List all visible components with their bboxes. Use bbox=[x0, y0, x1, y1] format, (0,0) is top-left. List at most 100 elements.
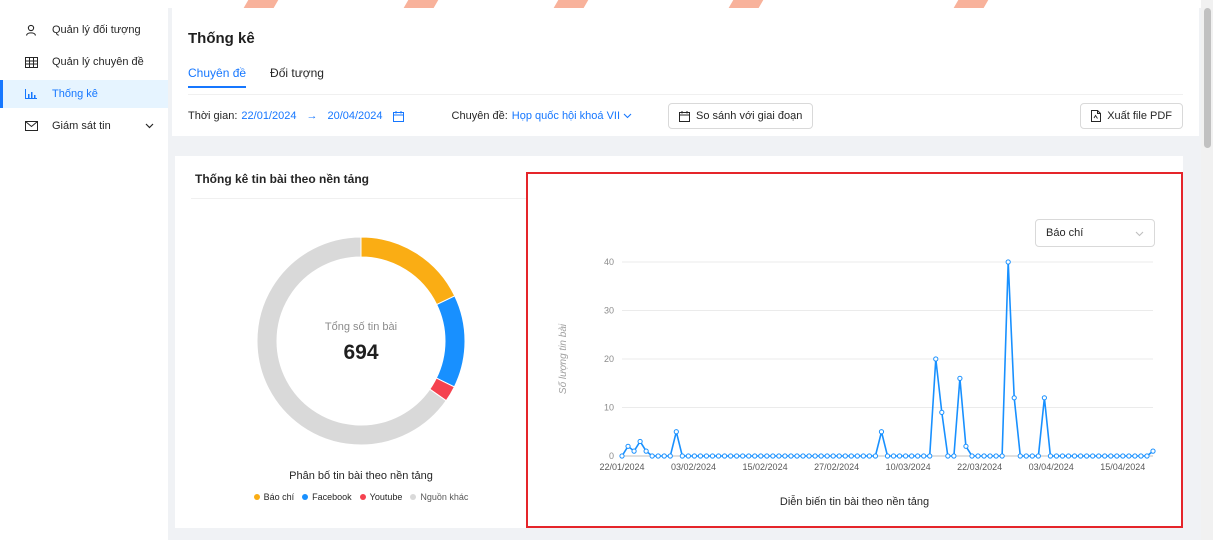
data-point[interactable] bbox=[703, 453, 710, 459]
data-point[interactable] bbox=[872, 453, 879, 459]
data-point[interactable] bbox=[697, 453, 704, 459]
data-point[interactable] bbox=[619, 453, 625, 459]
data-point[interactable] bbox=[746, 453, 752, 459]
sidebar-item-topic-management[interactable]: Quản lý chuyên đề bbox=[0, 48, 168, 76]
data-point[interactable] bbox=[758, 453, 764, 459]
legend-item-bao-chi[interactable]: Báo chí bbox=[253, 492, 294, 502]
sidebar-item-statistics[interactable]: Thống kê bbox=[0, 80, 168, 108]
data-point[interactable] bbox=[1126, 453, 1132, 459]
sidebar-item-object-management[interactable]: Quản lý đối tượng bbox=[0, 16, 168, 44]
data-point[interactable] bbox=[691, 453, 698, 459]
data-point[interactable] bbox=[1108, 453, 1114, 459]
legend-item-facebook[interactable]: Facebook bbox=[302, 492, 352, 502]
data-point[interactable] bbox=[933, 356, 939, 362]
data-point[interactable] bbox=[1035, 453, 1041, 459]
data-point[interactable] bbox=[915, 453, 921, 459]
chevron-down-icon[interactable] bbox=[623, 113, 632, 119]
data-point[interactable] bbox=[1132, 453, 1138, 459]
data-point[interactable] bbox=[1059, 453, 1066, 459]
data-point[interactable] bbox=[945, 453, 951, 459]
legend-item-nguon-khac[interactable]: Nguồn khác bbox=[410, 492, 468, 502]
data-point[interactable] bbox=[981, 453, 987, 459]
data-point[interactable] bbox=[987, 453, 993, 459]
legend-item-youtube[interactable]: Youtube bbox=[359, 492, 402, 502]
data-point[interactable] bbox=[1071, 453, 1078, 459]
data-point[interactable] bbox=[721, 453, 728, 459]
data-point[interactable] bbox=[842, 453, 848, 459]
data-point[interactable] bbox=[939, 409, 945, 415]
data-point[interactable] bbox=[903, 453, 909, 459]
tab-topic[interactable]: Chuyên đề bbox=[188, 66, 247, 88]
date-from[interactable]: 22/01/2024 bbox=[241, 110, 296, 122]
data-point[interactable] bbox=[860, 453, 866, 459]
data-point[interactable] bbox=[957, 375, 963, 381]
data-point[interactable] bbox=[1138, 453, 1144, 459]
data-point[interactable] bbox=[818, 453, 824, 459]
data-point[interactable] bbox=[776, 453, 782, 459]
data-point[interactable] bbox=[1084, 453, 1090, 459]
data-point[interactable] bbox=[848, 453, 854, 459]
data-point[interactable] bbox=[715, 453, 722, 459]
data-point[interactable] bbox=[1102, 453, 1108, 459]
data-point[interactable] bbox=[655, 453, 661, 459]
data-point[interactable] bbox=[709, 453, 716, 459]
data-point[interactable] bbox=[836, 453, 842, 459]
data-point[interactable] bbox=[890, 453, 897, 459]
data-point[interactable] bbox=[794, 453, 800, 459]
data-point[interactable] bbox=[643, 448, 649, 454]
data-point[interactable] bbox=[878, 429, 885, 435]
data-point[interactable] bbox=[685, 453, 691, 459]
page-scrollbar[interactable] bbox=[1201, 0, 1213, 540]
data-point[interactable] bbox=[1011, 395, 1017, 401]
data-point[interactable] bbox=[927, 453, 933, 459]
data-point[interactable] bbox=[728, 453, 734, 459]
data-point[interactable] bbox=[782, 453, 788, 459]
data-point[interactable] bbox=[673, 429, 679, 435]
data-point[interactable] bbox=[830, 453, 836, 459]
data-point[interactable] bbox=[1090, 453, 1096, 459]
data-point[interactable] bbox=[969, 453, 975, 459]
data-point[interactable] bbox=[1065, 453, 1072, 459]
data-point[interactable] bbox=[661, 453, 667, 459]
data-point[interactable] bbox=[1047, 453, 1054, 459]
data-point[interactable] bbox=[788, 453, 794, 459]
data-point[interactable] bbox=[752, 453, 758, 459]
data-point[interactable] bbox=[1023, 453, 1029, 459]
tab-object[interactable]: Đối tượng bbox=[270, 66, 324, 88]
date-to[interactable]: 20/04/2024 bbox=[327, 110, 382, 122]
data-point[interactable] bbox=[649, 453, 655, 459]
data-point[interactable] bbox=[734, 453, 740, 459]
data-point[interactable] bbox=[896, 453, 903, 459]
data-point[interactable] bbox=[866, 453, 872, 459]
data-point[interactable] bbox=[812, 453, 818, 459]
data-point[interactable] bbox=[1005, 259, 1011, 265]
data-point[interactable] bbox=[1114, 453, 1120, 459]
calendar-icon[interactable] bbox=[392, 110, 404, 122]
data-point[interactable] bbox=[1041, 395, 1047, 401]
data-point[interactable] bbox=[884, 453, 891, 459]
data-point[interactable] bbox=[921, 453, 927, 459]
compare-period-button[interactable]: So sánh với giai đoạn bbox=[668, 103, 814, 129]
donut-slice-0[interactable] bbox=[360, 236, 456, 306]
data-point[interactable] bbox=[1077, 453, 1084, 459]
data-point[interactable] bbox=[1053, 453, 1060, 459]
data-point[interactable] bbox=[963, 443, 969, 449]
data-point[interactable] bbox=[1120, 453, 1126, 459]
data-point[interactable] bbox=[740, 453, 746, 459]
sidebar-item-news-monitoring[interactable]: Giám sát tin bbox=[0, 112, 168, 140]
data-point[interactable] bbox=[975, 453, 981, 459]
data-point[interactable] bbox=[806, 453, 812, 459]
data-point[interactable] bbox=[1144, 453, 1150, 459]
data-point[interactable] bbox=[631, 448, 637, 454]
data-point[interactable] bbox=[854, 453, 860, 459]
data-point[interactable] bbox=[824, 453, 830, 459]
data-point[interactable] bbox=[1096, 453, 1102, 459]
chevron-down-icon[interactable] bbox=[145, 120, 154, 132]
data-point[interactable] bbox=[679, 453, 685, 459]
data-point[interactable] bbox=[667, 453, 673, 459]
data-point[interactable] bbox=[951, 453, 957, 459]
data-point[interactable] bbox=[1150, 448, 1156, 454]
data-point[interactable] bbox=[999, 453, 1005, 459]
data-point[interactable] bbox=[909, 453, 915, 459]
data-point[interactable] bbox=[637, 438, 643, 445]
